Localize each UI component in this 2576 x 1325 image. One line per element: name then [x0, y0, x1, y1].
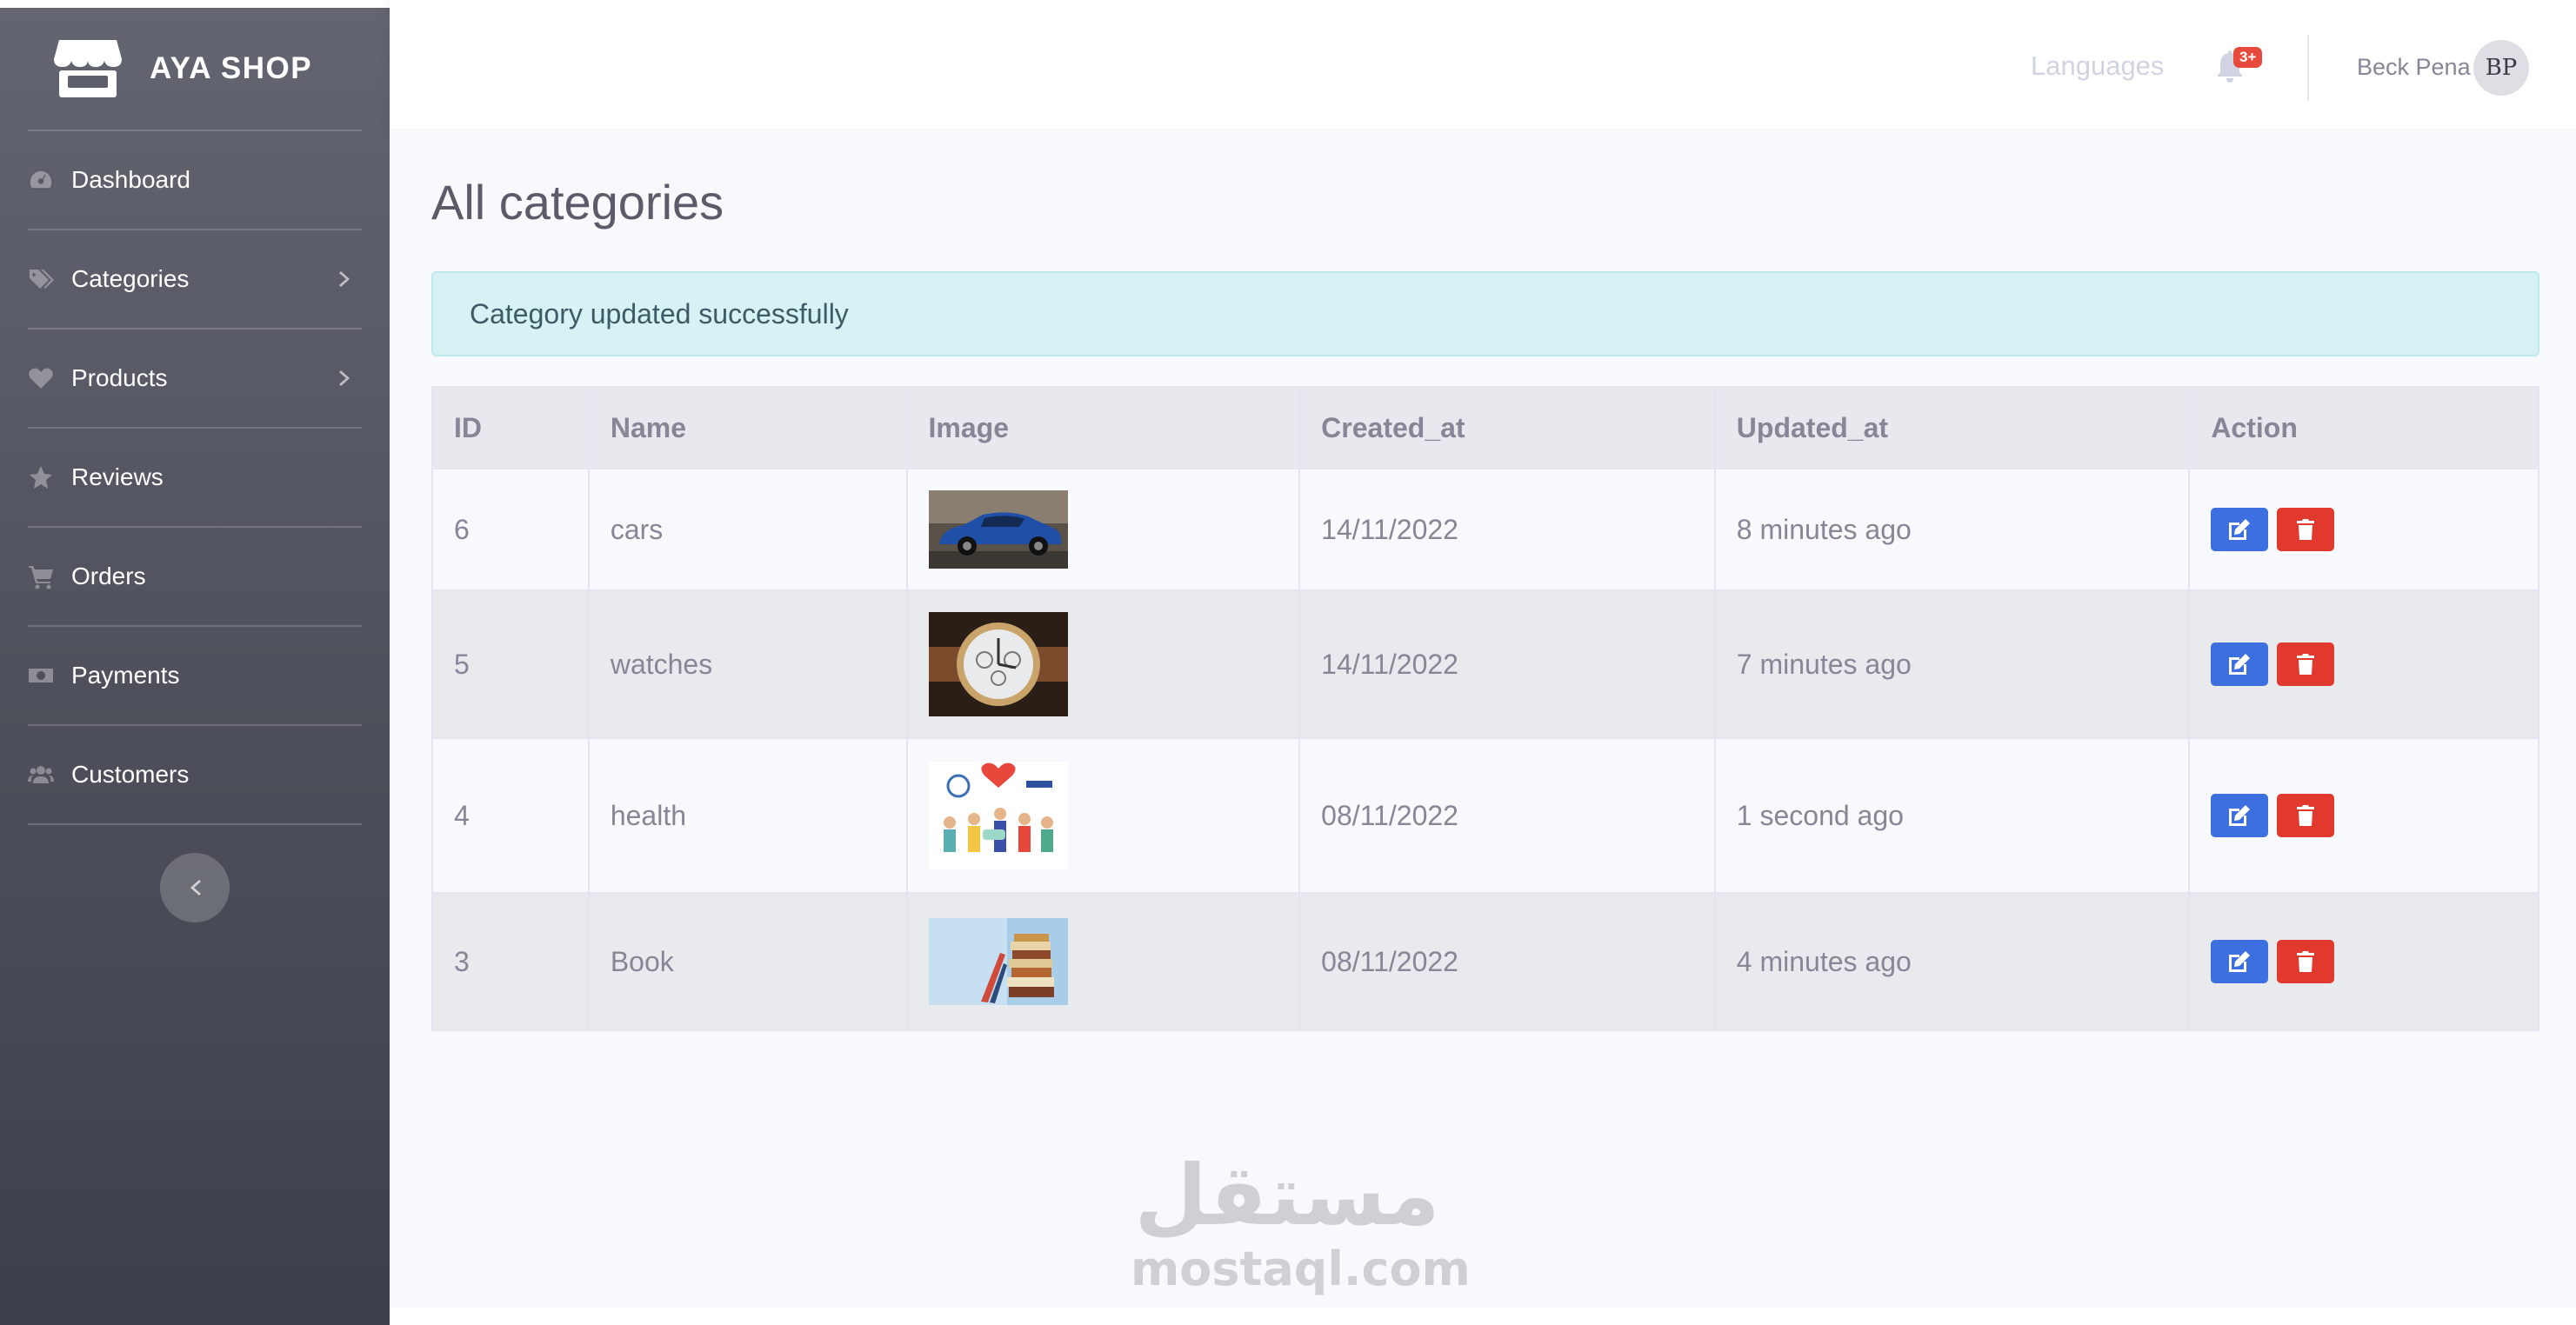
avatar[interactable]: BP — [2473, 40, 2529, 96]
brand-name: AYA SHOP — [150, 51, 313, 85]
users-icon — [28, 766, 54, 783]
page-title: All categories — [431, 175, 724, 230]
topbar-divider — [2307, 35, 2309, 101]
edit-button[interactable] — [2211, 643, 2269, 686]
notification-badge: 3+ — [2233, 47, 2263, 68]
cell-name: cars — [587, 468, 908, 591]
money-bill-icon — [29, 669, 53, 682]
cell-id: 5 — [431, 589, 590, 739]
heart-icon — [29, 368, 53, 389]
cart-icon — [29, 566, 53, 589]
edit-icon — [2229, 654, 2251, 675]
cell-created-at: 14/11/2022 — [1298, 589, 1716, 739]
delete-button[interactable] — [2277, 643, 2335, 686]
delete-button[interactable] — [2277, 940, 2335, 983]
sidebar-item-orders[interactable]: Orders — [0, 528, 390, 625]
cell-action — [2188, 892, 2539, 1031]
sidebar-item-label: Payments — [71, 662, 180, 689]
watermark-latin: mostaql.com — [1131, 1242, 1471, 1296]
cell-action — [2188, 589, 2539, 739]
cell-created-at: 08/11/2022 — [1298, 737, 1716, 894]
sidebar-item-products[interactable]: Products — [0, 330, 390, 427]
trash-icon — [2297, 805, 2315, 826]
notifications-button[interactable]: 3+ — [2216, 47, 2268, 85]
watch-thumbnail — [928, 612, 1068, 716]
sidebar-toggle-wrap — [0, 825, 390, 922]
cell-name: Book — [587, 892, 908, 1031]
delete-button[interactable] — [2277, 794, 2335, 837]
edit-icon — [2229, 519, 2251, 540]
table-row: 5 watches 14/11/2022 7 minutes ago — [431, 589, 2539, 739]
sidebar-item-label: Reviews — [71, 463, 164, 490]
trash-icon — [2297, 519, 2315, 540]
user-name[interactable]: Beck Pena — [2357, 54, 2471, 81]
books-thumbnail — [928, 918, 1068, 1005]
sidebar-item-customers[interactable]: Customers — [0, 726, 390, 823]
cell-id: 3 — [431, 892, 590, 1031]
cell-image — [905, 892, 1301, 1031]
cell-id: 4 — [431, 737, 590, 894]
sidebar-item-label: Orders — [71, 563, 146, 589]
cell-created-at: 14/11/2022 — [1298, 468, 1716, 591]
cell-updated-at: 8 minutes ago — [1713, 468, 2191, 591]
sidebar-item-reviews[interactable]: Reviews — [0, 429, 390, 526]
chevron-right-icon — [339, 271, 350, 287]
cell-updated-at: 1 second ago — [1713, 737, 2191, 894]
chevron-right-icon — [339, 370, 350, 386]
edit-button[interactable] — [2211, 794, 2269, 837]
sidebar-item-payments[interactable]: Payments — [0, 627, 390, 724]
table-row: 4 health 08/11/2022 1 second ago — [431, 737, 2539, 894]
success-alert: Category updated successfully — [431, 271, 2539, 356]
column-header-name: Name — [587, 386, 908, 469]
main-content: All categories Category updated successf… — [390, 129, 2576, 1308]
dashboard-gauge-icon — [28, 169, 54, 190]
categories-table: ID Name Image Created_at Updated_at Acti… — [431, 386, 2539, 1031]
sidebar-item-label: Dashboard — [71, 166, 190, 193]
brand[interactable]: AYA SHOP — [0, 8, 390, 130]
watermark: مستقل mostaql.com — [1131, 1147, 1471, 1304]
cell-action — [2188, 737, 2539, 894]
table-header-row: ID Name Image Created_at Updated_at Acti… — [431, 386, 2539, 469]
column-header-image: Image — [905, 386, 1301, 469]
cell-updated-at: 4 minutes ago — [1713, 892, 2191, 1031]
cell-created-at: 08/11/2022 — [1298, 892, 1716, 1031]
topbar: Languages 3+ Beck Pena BP — [390, 0, 2576, 129]
column-header-updated-at: Updated_at — [1713, 386, 2191, 469]
chevron-left-icon — [190, 880, 201, 896]
edit-icon — [2229, 951, 2251, 972]
watermark-arabic: مستقل — [1134, 1147, 1440, 1244]
sidebar-item-label: Categories — [71, 265, 190, 292]
tags-icon — [30, 270, 54, 289]
trash-icon — [2297, 951, 2315, 972]
column-header-created-at: Created_at — [1298, 386, 1716, 469]
cell-image — [905, 589, 1301, 739]
cell-name: watches — [587, 589, 908, 739]
cell-image — [905, 468, 1301, 591]
store-icon — [54, 40, 122, 97]
table-row: 6 cars 14/11/2022 8 minutes ago — [431, 468, 2539, 591]
edit-button[interactable] — [2211, 940, 2269, 983]
sidebar-item-label: Customers — [71, 761, 190, 788]
cell-updated-at: 7 minutes ago — [1713, 589, 2191, 739]
cell-action — [2188, 468, 2539, 591]
cell-name: health — [587, 737, 908, 894]
cell-image — [905, 737, 1301, 894]
delete-button[interactable] — [2277, 508, 2335, 551]
sidebar: AYA SHOP Dashboard Categories Products R… — [0, 8, 390, 1325]
health-thumbnail — [928, 762, 1068, 869]
star-icon — [30, 466, 52, 489]
cell-id: 6 — [431, 468, 590, 591]
sidebar-item-label: Products — [71, 364, 168, 391]
column-header-action: Action — [2188, 386, 2539, 469]
table-row: 3 Book 08/11/2022 4 minutes ago — [431, 892, 2539, 1031]
edit-button[interactable] — [2211, 508, 2269, 551]
car-thumbnail — [928, 490, 1068, 569]
sidebar-item-categories[interactable]: Categories — [0, 230, 390, 328]
edit-icon — [2229, 805, 2251, 826]
column-header-id: ID — [431, 386, 590, 469]
trash-icon — [2297, 654, 2315, 675]
sidebar-item-dashboard[interactable]: Dashboard — [0, 131, 390, 229]
sidebar-toggle-button[interactable] — [160, 853, 230, 922]
languages-dropdown[interactable]: Languages — [2031, 50, 2164, 82]
